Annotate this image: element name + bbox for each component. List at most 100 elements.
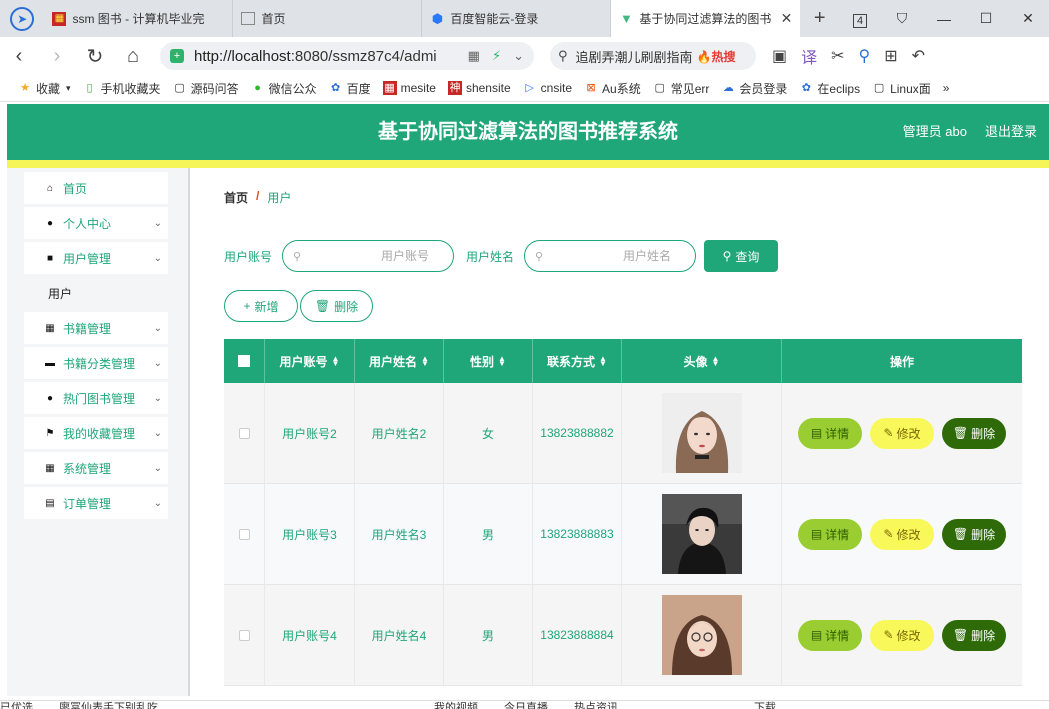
logout-link[interactable]: 退出登录 bbox=[985, 104, 1037, 160]
close-tab-icon[interactable]: ✕ bbox=[775, 10, 793, 27]
sidebar-item-user-management[interactable]: ■ 用户管理 ⌄ bbox=[24, 242, 168, 274]
avatar[interactable] bbox=[661, 494, 742, 574]
bookmarks-bar: ★ 收藏 ▾ ▯ 手机收藏夹 ▢ 源码问答 ● 微信公众 ✿ 百度 ▦ mesite 神 she… bbox=[0, 75, 1049, 102]
pencil-icon: ✎ bbox=[883, 527, 894, 541]
browser-tab-3[interactable]: ⬢ 百度智能云-登录 bbox=[422, 0, 612, 37]
shirt-icon[interactable]: ⛉ bbox=[881, 10, 923, 27]
home-icon[interactable]: ⌂ bbox=[114, 45, 152, 68]
name-search-field[interactable]: ⚲ bbox=[524, 240, 697, 272]
back-icon[interactable]: ‹ bbox=[0, 45, 38, 68]
sidebar-item-books[interactable]: ▦ 书籍管理 ⌄ bbox=[24, 312, 168, 344]
bulb-icon: ● bbox=[46, 392, 54, 404]
sort-icon[interactable]: ▲ ▼ bbox=[332, 355, 340, 368]
forward-icon[interactable]: › bbox=[38, 45, 76, 68]
account-search-input[interactable] bbox=[301, 249, 444, 263]
edit-button[interactable]: ✎ 修改 bbox=[870, 619, 934, 651]
qr-icon[interactable]: ▦ bbox=[468, 48, 480, 64]
col-phone[interactable]: 联系方式 ▲ ▼ bbox=[533, 339, 622, 383]
bookmark-item[interactable]: ● 微信公众 bbox=[251, 80, 316, 97]
name-search-input[interactable] bbox=[543, 249, 686, 263]
close-window-icon[interactable]: ✕ bbox=[1007, 10, 1049, 27]
bulk-delete-button[interactable]: 🗑︎ 删除 bbox=[300, 290, 373, 322]
sort-icon[interactable]: ▲ ▼ bbox=[498, 355, 506, 368]
col-name[interactable]: 用户姓名 ▲ ▼ bbox=[355, 339, 444, 383]
breadcrumb-home[interactable]: 首页 bbox=[224, 189, 248, 206]
col-avatar[interactable]: 头像 ▲ ▼ bbox=[622, 339, 782, 383]
sidebar-item-favorites[interactable]: ⚑ 我的收藏管理 ⌄ bbox=[24, 417, 168, 449]
tab-count-icon[interactable]: 4 bbox=[839, 11, 881, 28]
bolt-icon[interactable]: ⚡ bbox=[492, 48, 501, 64]
bookmark-item[interactable]: ▦ mesite bbox=[382, 81, 436, 95]
sort-icon[interactable]: ▲ ▼ bbox=[712, 355, 720, 368]
browser-logo-icon[interactable]: ➤ bbox=[0, 0, 44, 37]
bookmark-item[interactable]: ⊠ Au系统 bbox=[584, 80, 640, 97]
chevron-down-icon[interactable]: ⌄ bbox=[513, 48, 524, 64]
breadcrumb-current: 用户 bbox=[267, 191, 292, 205]
detail-button[interactable]: ▤ 详情 bbox=[798, 619, 862, 651]
cell-phone: 13823888882 bbox=[540, 425, 614, 440]
browser-navbar: ‹ › ↻ ⌂ + http://localhost:8080/ssmz87c4… bbox=[0, 37, 1049, 75]
row-checkbox[interactable] bbox=[238, 629, 250, 641]
detail-button[interactable]: ▤ 详情 bbox=[798, 518, 862, 550]
chevron-down-icon: ⌄ bbox=[153, 462, 162, 474]
sidebar-item-home[interactable]: ⌂ 首页 bbox=[24, 172, 168, 204]
reader-icon[interactable]: ▣ bbox=[772, 46, 787, 66]
sidebar-item-profile[interactable]: ● 个人中心 ⌄ bbox=[24, 207, 168, 239]
scissors-icon[interactable]: ✂ bbox=[831, 46, 844, 66]
sidebar-item-book-categories[interactable]: ▬ 书籍分类管理 ⌄ bbox=[24, 347, 168, 379]
secure-icon: + bbox=[170, 49, 184, 63]
add-button[interactable]: + 新增 bbox=[224, 290, 298, 322]
bookmark-item[interactable]: ▢ Linux面 bbox=[872, 80, 931, 97]
browser-search-box[interactable]: ⚲ 追剧弄潮儿刷剧指南 🔥热搜 bbox=[550, 42, 756, 70]
browser-tab-2[interactable]: 首页 bbox=[233, 0, 423, 37]
edit-button[interactable]: ✎ 修改 bbox=[870, 518, 934, 550]
browser-tab-4[interactable]: ▼ 基于协同过滤算法的图书 ✕ bbox=[611, 0, 801, 37]
col-account[interactable]: 用户账号 ▲ ▼ bbox=[265, 339, 355, 383]
edit-button[interactable]: ✎ 修改 bbox=[870, 417, 934, 449]
minimize-icon[interactable]: — bbox=[923, 11, 965, 27]
delete-button[interactable]: 🗑︎ 删除 bbox=[942, 417, 1006, 449]
bookmark-item[interactable]: ✿ 在eclips bbox=[799, 80, 860, 97]
find-icon[interactable]: ⚲ bbox=[859, 46, 871, 66]
sidebar-item-orders[interactable]: ▤ 订单管理 ⌄ bbox=[24, 487, 168, 519]
cell-phone: 13823888884 bbox=[540, 627, 614, 642]
col-gender[interactable]: 性别 ▲ ▼ bbox=[444, 339, 533, 383]
bookmark-item[interactable]: ☁ 会员登录 bbox=[721, 80, 788, 97]
translate-icon[interactable]: 译 bbox=[801, 44, 817, 68]
query-button[interactable]: ⚲ 查询 bbox=[704, 240, 779, 272]
home-icon: ⌂ bbox=[46, 182, 54, 194]
row-checkbox[interactable] bbox=[238, 427, 250, 439]
browser-tab-1[interactable]: ▦ ssm 图书 - 计算机毕业完 bbox=[44, 0, 234, 37]
delete-button[interactable]: 🗑︎ 删除 bbox=[942, 619, 1006, 651]
sort-icon[interactable]: ▲ ▼ bbox=[599, 355, 607, 368]
sidebar-item-hot-books[interactable]: ● 热门图书管理 ⌄ bbox=[24, 382, 168, 414]
row-checkbox[interactable] bbox=[238, 528, 250, 540]
apps-grid-icon[interactable]: ⊞ bbox=[884, 46, 897, 66]
bookmark-item[interactable]: ▢ 源码问答 bbox=[173, 80, 238, 97]
bookmark-item[interactable]: ✿ 百度 bbox=[329, 80, 371, 97]
avatar[interactable] bbox=[661, 393, 742, 473]
shen-icon: 神 bbox=[447, 81, 462, 95]
bookmarks-more[interactable]: » bbox=[943, 81, 950, 95]
delete-button[interactable]: 🗑︎ 删除 bbox=[942, 518, 1006, 550]
new-tab-icon[interactable]: + bbox=[800, 0, 839, 37]
sidebar-subitem-users[interactable]: 用户 bbox=[24, 277, 168, 309]
undo-icon[interactable]: ↶ bbox=[912, 46, 925, 66]
browser-statusbar: 已优选 廖冨仙表手下别乱吃 我的视频 今日直播 热点资讯 下载 bbox=[0, 700, 1049, 709]
table-header: 用户账号 ▲ ▼ 用户姓名 ▲ ▼ 性别 ▲ ▼ 联系方式 ▲ ▼ 头像 ▲ ▼ 操作 bbox=[224, 339, 1022, 383]
account-search-field[interactable]: ⚲ bbox=[282, 240, 455, 272]
address-bar[interactable]: + http://localhost:8080/ssmz87c4/admi ▦ … bbox=[160, 42, 534, 70]
reload-icon[interactable]: ↻ bbox=[76, 44, 114, 69]
bookmark-item[interactable]: 神 shensite bbox=[447, 81, 511, 95]
sort-icon[interactable]: ▲ ▼ bbox=[421, 355, 429, 368]
avatar[interactable] bbox=[661, 595, 742, 675]
maximize-icon[interactable]: ☐ bbox=[965, 10, 1007, 27]
detail-button[interactable]: ▤ 详情 bbox=[798, 417, 862, 449]
select-all-checkbox[interactable] bbox=[238, 355, 250, 367]
search-icon: ⚲ bbox=[293, 250, 302, 263]
sidebar-item-system[interactable]: ▦ 系统管理 ⌄ bbox=[24, 452, 168, 484]
bookmark-item[interactable]: ★ 收藏 ▾ bbox=[18, 80, 70, 97]
bookmark-item[interactable]: ▷ cnsite bbox=[523, 81, 572, 95]
bookmark-item[interactable]: ▯ 手机收藏夹 bbox=[83, 80, 161, 97]
bookmark-item[interactable]: ▢ 常见err bbox=[653, 80, 710, 97]
